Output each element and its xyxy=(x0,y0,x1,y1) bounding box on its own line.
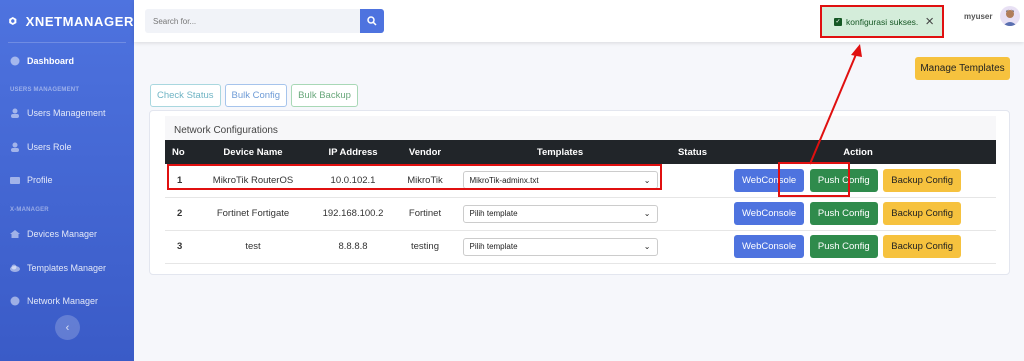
user-icon xyxy=(11,142,19,152)
search-icon xyxy=(367,16,377,26)
row-ip-address: 8.8.8.8 xyxy=(311,230,395,264)
sidebar-item-dashboard[interactable]: Dashboard xyxy=(0,56,84,66)
col-no: No xyxy=(172,146,185,158)
sidebar-item-label: Templates Manager xyxy=(27,263,107,273)
row-status xyxy=(665,230,720,264)
col-device-name: Device Name xyxy=(223,146,283,158)
sidebar-heading-xmanager: X-MANAGER xyxy=(10,207,49,213)
highlight-push-box xyxy=(778,162,850,197)
row-template-cell: Pilih template ⌄ xyxy=(455,197,665,231)
template-select[interactable]: Pilih template ⌄ xyxy=(462,204,658,223)
table-row: 2 Fortinet Fortigate 192.168.100.2 Forti… xyxy=(165,197,996,231)
row-status xyxy=(665,197,720,231)
chevron-left-icon: ‹ xyxy=(65,321,70,334)
sidebar-divider xyxy=(8,42,126,43)
row-device-name: Fortinet Fortigate xyxy=(195,197,311,231)
row-status xyxy=(665,164,720,198)
id-card-icon xyxy=(10,177,20,184)
check-status-button[interactable]: Check Status xyxy=(150,84,221,107)
webconsole-button[interactable]: WebConsole xyxy=(734,202,805,225)
push-config-button[interactable]: Push Config xyxy=(809,202,878,225)
sidebar-item-label: Dashboard xyxy=(27,56,75,66)
row-actions: WebConsole Push Config Backup Config xyxy=(720,164,996,198)
sidebar-heading-users: USERS MANAGEMENT xyxy=(10,87,80,93)
sidebar-item-users-management[interactable]: Users Management xyxy=(0,108,116,118)
manage-templates-button[interactable]: Manage Templates xyxy=(915,57,1010,80)
check-icon: ✓ xyxy=(834,17,842,26)
template-select-value: Pilih template xyxy=(469,209,518,218)
username[interactable]: myuser xyxy=(964,12,992,21)
col-status: Status xyxy=(677,146,708,158)
row-actions: WebConsole Push Config Backup Config xyxy=(720,230,996,264)
row-vendor: Fortinet xyxy=(395,197,455,231)
col-vendor: Vendor xyxy=(408,146,442,158)
highlight-row-box xyxy=(167,164,662,190)
gauge-icon xyxy=(10,56,20,66)
row-vendor: testing xyxy=(395,230,455,264)
network-configurations-card: Network Configurations No Device Name IP… xyxy=(149,110,1010,275)
sidebar-item-profile[interactable]: Profile xyxy=(0,175,63,185)
bulk-actions: Check Status Bulk Config Bulk Backup xyxy=(150,84,358,107)
push-config-button[interactable]: Push Config xyxy=(809,235,878,258)
sidebar-item-label: Network Manager xyxy=(27,296,99,306)
close-icon[interactable]: × xyxy=(925,14,934,29)
sidebar-item-label: Users Management xyxy=(27,108,106,118)
row-no: 3 xyxy=(165,230,195,264)
chevron-down-icon: ⌄ xyxy=(643,209,651,218)
search-input[interactable] xyxy=(145,9,360,33)
bulk-config-button[interactable]: Bulk Config xyxy=(224,84,288,107)
row-template-cell: Pilih template ⌄ xyxy=(455,230,665,264)
table-header-row: No Device Name IP Address Vendor Templat… xyxy=(165,140,996,164)
backup-config-button[interactable]: Backup Config xyxy=(883,202,962,225)
col-action: Action xyxy=(843,146,873,158)
bulk-backup-button[interactable]: Bulk Backup xyxy=(291,84,358,107)
network-table: No Device Name IP Address Vendor Templat… xyxy=(165,140,996,264)
sidebar-item-templates-manager[interactable]: Templates Manager xyxy=(0,263,116,273)
row-actions: WebConsole Push Config Backup Config xyxy=(720,197,996,231)
sidebar-toggle-button[interactable]: ‹ xyxy=(55,315,80,340)
template-select[interactable]: Pilih template ⌄ xyxy=(462,237,658,256)
chevron-down-icon: ⌄ xyxy=(643,242,651,251)
sidebar-item-label: Profile xyxy=(27,175,53,185)
backup-config-button[interactable]: Backup Config xyxy=(883,235,962,258)
search-button[interactable] xyxy=(360,9,384,33)
sidebar-item-users-role[interactable]: Users Role xyxy=(0,142,82,152)
topbar: ✓ konfigurasi sukses. × myuser xyxy=(134,0,1024,42)
cube-logo-icon xyxy=(9,17,17,25)
sidebar-item-label: Users Role xyxy=(27,142,72,152)
row-device-name: test xyxy=(195,230,311,264)
sidebar-item-label: Devices Manager xyxy=(27,229,98,239)
col-ip-address: IP Address xyxy=(328,146,378,158)
home-icon xyxy=(10,230,20,238)
row-ip-address: 192.168.100.2 xyxy=(311,197,395,231)
search-bar xyxy=(145,9,384,33)
brand-name: XNETMANAGER xyxy=(25,13,134,29)
user-icon xyxy=(11,108,19,118)
toast-message: konfigurasi sukses. xyxy=(846,16,919,27)
cloud-icon xyxy=(10,264,20,272)
sidebar-item-devices-manager[interactable]: Devices Manager xyxy=(0,229,107,239)
success-toast: ✓ konfigurasi sukses. × xyxy=(820,5,944,38)
user-avatar-icon xyxy=(1003,9,1017,26)
globe-icon xyxy=(10,296,20,306)
sidebar: XNETMANAGER Dashboard USERS MANAGEMENT U… xyxy=(0,0,134,361)
sidebar-item-network-manager[interactable]: Network Manager xyxy=(0,296,108,306)
backup-config-button[interactable]: Backup Config xyxy=(883,168,962,192)
col-templates: Templates xyxy=(536,146,584,158)
row-no: 2 xyxy=(165,197,195,231)
avatar[interactable] xyxy=(1000,6,1020,26)
table-row: 3 test 8.8.8.8 testing Pilih template ⌄ … xyxy=(165,230,996,264)
webconsole-button[interactable]: WebConsole xyxy=(734,235,805,258)
template-select-value: Pilih template xyxy=(469,242,518,251)
brand[interactable]: XNETMANAGER xyxy=(0,0,134,42)
